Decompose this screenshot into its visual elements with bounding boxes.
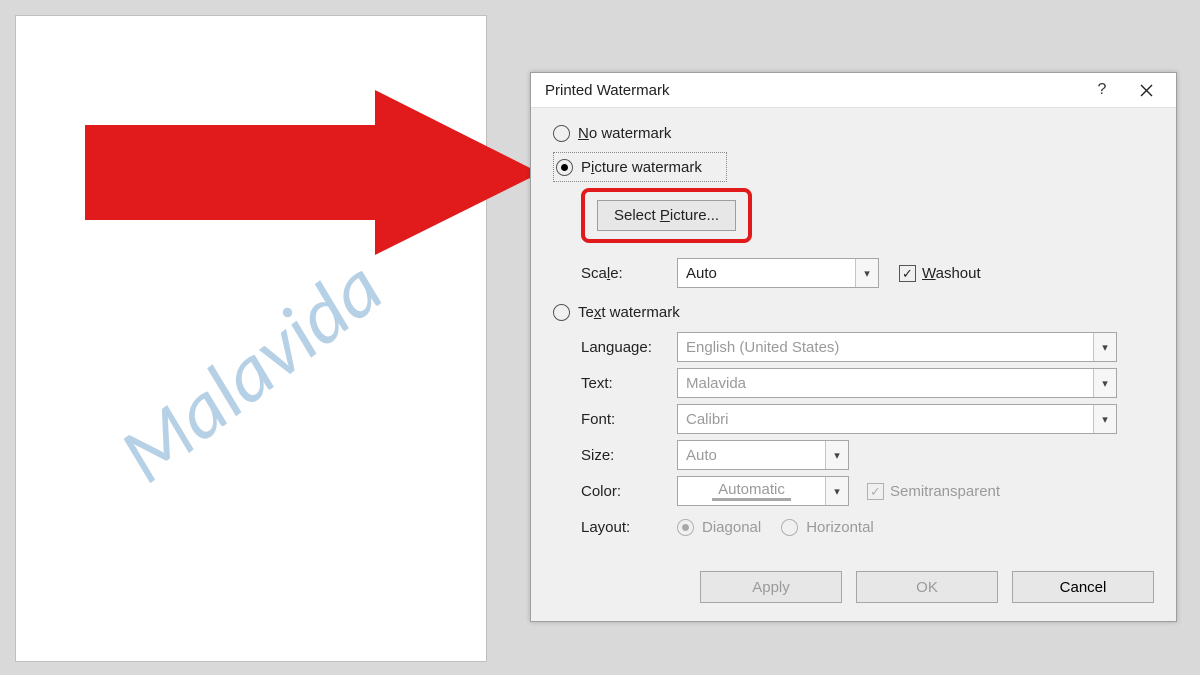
- radio-icon: [781, 519, 798, 536]
- dialog-titlebar: Printed Watermark ?: [531, 73, 1176, 108]
- radio-icon: [553, 125, 570, 142]
- watermark-preview: Malavida: [101, 239, 401, 503]
- semitransparent-checkbox: ✓: [867, 483, 884, 500]
- language-combo: English (United States) ▾: [677, 332, 1117, 362]
- radio-icon: [677, 519, 694, 536]
- font-label: Font:: [581, 411, 677, 428]
- chevron-down-icon: ▾: [1093, 405, 1116, 433]
- help-button[interactable]: ?: [1080, 73, 1124, 107]
- select-picture-button[interactable]: Select Picture...: [597, 200, 736, 231]
- select-picture-highlight: Select Picture...: [581, 188, 752, 243]
- layout-diagonal-radio: Diagonal: [677, 519, 761, 536]
- chevron-down-icon: ▾: [1093, 333, 1116, 361]
- layout-horizontal-radio: Horizontal: [781, 519, 874, 536]
- text-combo: Malavida ▾: [677, 368, 1117, 398]
- size-label: Size:: [581, 447, 677, 464]
- cancel-button[interactable]: Cancel: [1012, 571, 1154, 603]
- close-icon: [1140, 84, 1153, 97]
- chevron-down-icon: ▾: [1093, 369, 1116, 397]
- document-page: Malavida: [15, 15, 487, 662]
- close-button[interactable]: [1124, 73, 1168, 107]
- radio-picture-watermark[interactable]: Picture watermark: [553, 152, 727, 182]
- color-combo: Automatic ▾: [677, 476, 849, 506]
- dialog-title: Printed Watermark: [545, 82, 669, 99]
- ok-button[interactable]: OK: [856, 571, 998, 603]
- radio-icon: [553, 304, 570, 321]
- chevron-down-icon: ▾: [825, 477, 848, 505]
- scale-combo[interactable]: Auto ▾: [677, 258, 879, 288]
- font-combo: Calibri ▾: [677, 404, 1117, 434]
- semitransparent-label: Semitransparent: [890, 483, 1000, 500]
- radio-no-watermark[interactable]: No watermark: [553, 120, 1154, 146]
- apply-button[interactable]: Apply: [700, 571, 842, 603]
- washout-label: Washout: [922, 265, 981, 282]
- radio-icon: [556, 159, 573, 176]
- text-label: Text:: [581, 375, 677, 392]
- printed-watermark-dialog: Printed Watermark ? No watermark Picture…: [530, 72, 1177, 622]
- radio-text-watermark[interactable]: Text watermark: [553, 299, 1154, 325]
- scale-label: Scale:: [581, 265, 677, 282]
- layout-label: Layout:: [581, 519, 677, 536]
- washout-checkbox[interactable]: ✓: [899, 265, 916, 282]
- chevron-down-icon: ▾: [825, 441, 848, 469]
- chevron-down-icon: ▾: [855, 259, 878, 287]
- color-label: Color:: [581, 483, 677, 500]
- size-combo: Auto ▾: [677, 440, 849, 470]
- language-label: Language:: [581, 339, 677, 356]
